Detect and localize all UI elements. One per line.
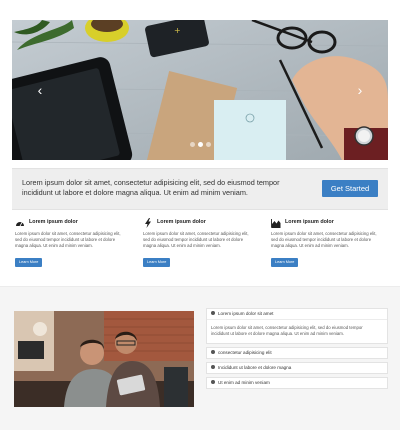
chevron-left-icon: ‹ <box>37 82 43 98</box>
area-chart-icon <box>271 219 281 228</box>
accordion-item[interactable]: Lorem ipsum dolor sit amet Lorem ipsum d… <box>206 308 388 344</box>
accordion-content: Lorem ipsum dolor sit amet, consectetur … <box>207 319 387 343</box>
feature-column: Lorem ipsum dolor Lorem ipsum dolor sit … <box>143 218 255 268</box>
minus-circle-icon <box>211 311 215 316</box>
about-section: Lorem ipsum dolor sit amet Lorem ipsum d… <box>0 286 400 430</box>
feature-text: Lorem ipsum dolor sit amet, consectetur … <box>271 231 377 249</box>
accordion-header[interactable]: Lorem ipsum dolor sit amet <box>207 309 387 319</box>
slider-indicators <box>12 134 388 152</box>
plus-circle-icon <box>211 380 215 385</box>
plus-circle-icon <box>211 365 215 370</box>
accordion-item[interactable]: Incididunt ut labore et dolore magna <box>206 362 388 374</box>
accordion-item[interactable]: Ut enim ad minim veniam <box>206 377 388 389</box>
learn-more-button[interactable]: Learn More <box>271 257 299 267</box>
accordion-header[interactable]: consectetur adipisicing elit <box>207 348 387 358</box>
chevron-right-icon: › <box>357 82 363 98</box>
accordion-label: consectetur adipisicing elit <box>218 350 272 355</box>
accordion-label: Incididunt ut labore et dolore magna <box>218 365 292 370</box>
accordion: Lorem ipsum dolor sit amet Lorem ipsum d… <box>206 308 388 392</box>
accordion-item[interactable]: consectetur adipisicing elit <box>206 347 388 359</box>
hero-slider[interactable]: + ‹ › <box>12 20 388 160</box>
feature-text: Lorem ipsum dolor sit amet, consectetur … <box>15 231 121 249</box>
plus-circle-icon <box>211 350 215 355</box>
learn-more-button[interactable]: Learn More <box>143 257 171 267</box>
feature-column: Lorem ipsum dolor Lorem ipsum dolor sit … <box>271 218 383 268</box>
bolt-icon <box>145 218 151 228</box>
feature-title: Lorem ipsum dolor <box>285 219 334 225</box>
slider-dot[interactable] <box>205 142 211 147</box>
slider-next-button[interactable]: › <box>354 80 366 100</box>
slider-dot[interactable] <box>189 142 195 147</box>
feature-column: Lorem ipsum dolor Lorem ipsum dolor sit … <box>15 218 127 268</box>
cta-text: Lorem ipsum dolor sit amet, consectetur … <box>22 178 280 197</box>
accordion-label: Ut enim ad minim veniam <box>218 380 270 385</box>
feature-text: Lorem ipsum dolor sit amet, consectetur … <box>143 231 249 249</box>
cta-band: Lorem ipsum dolor sit amet, consectetur … <box>12 168 388 210</box>
accordion-header[interactable]: Incididunt ut labore et dolore magna <box>207 363 387 373</box>
dashboard-icon <box>16 222 24 227</box>
learn-more-button[interactable]: Learn More <box>15 257 43 267</box>
feature-title: Lorem ipsum dolor <box>29 219 78 225</box>
accordion-header[interactable]: Ut enim ad minim veniam <box>207 378 387 388</box>
slider-prev-button[interactable]: ‹ <box>34 80 46 100</box>
get-started-button[interactable]: Get Started <box>322 180 378 197</box>
accordion-label: Lorem ipsum dolor sit amet <box>218 311 274 316</box>
slider-dot[interactable] <box>197 142 203 147</box>
feature-title: Lorem ipsum dolor <box>157 219 206 225</box>
team-photo <box>14 311 194 407</box>
svg-text:+: + <box>174 26 181 35</box>
